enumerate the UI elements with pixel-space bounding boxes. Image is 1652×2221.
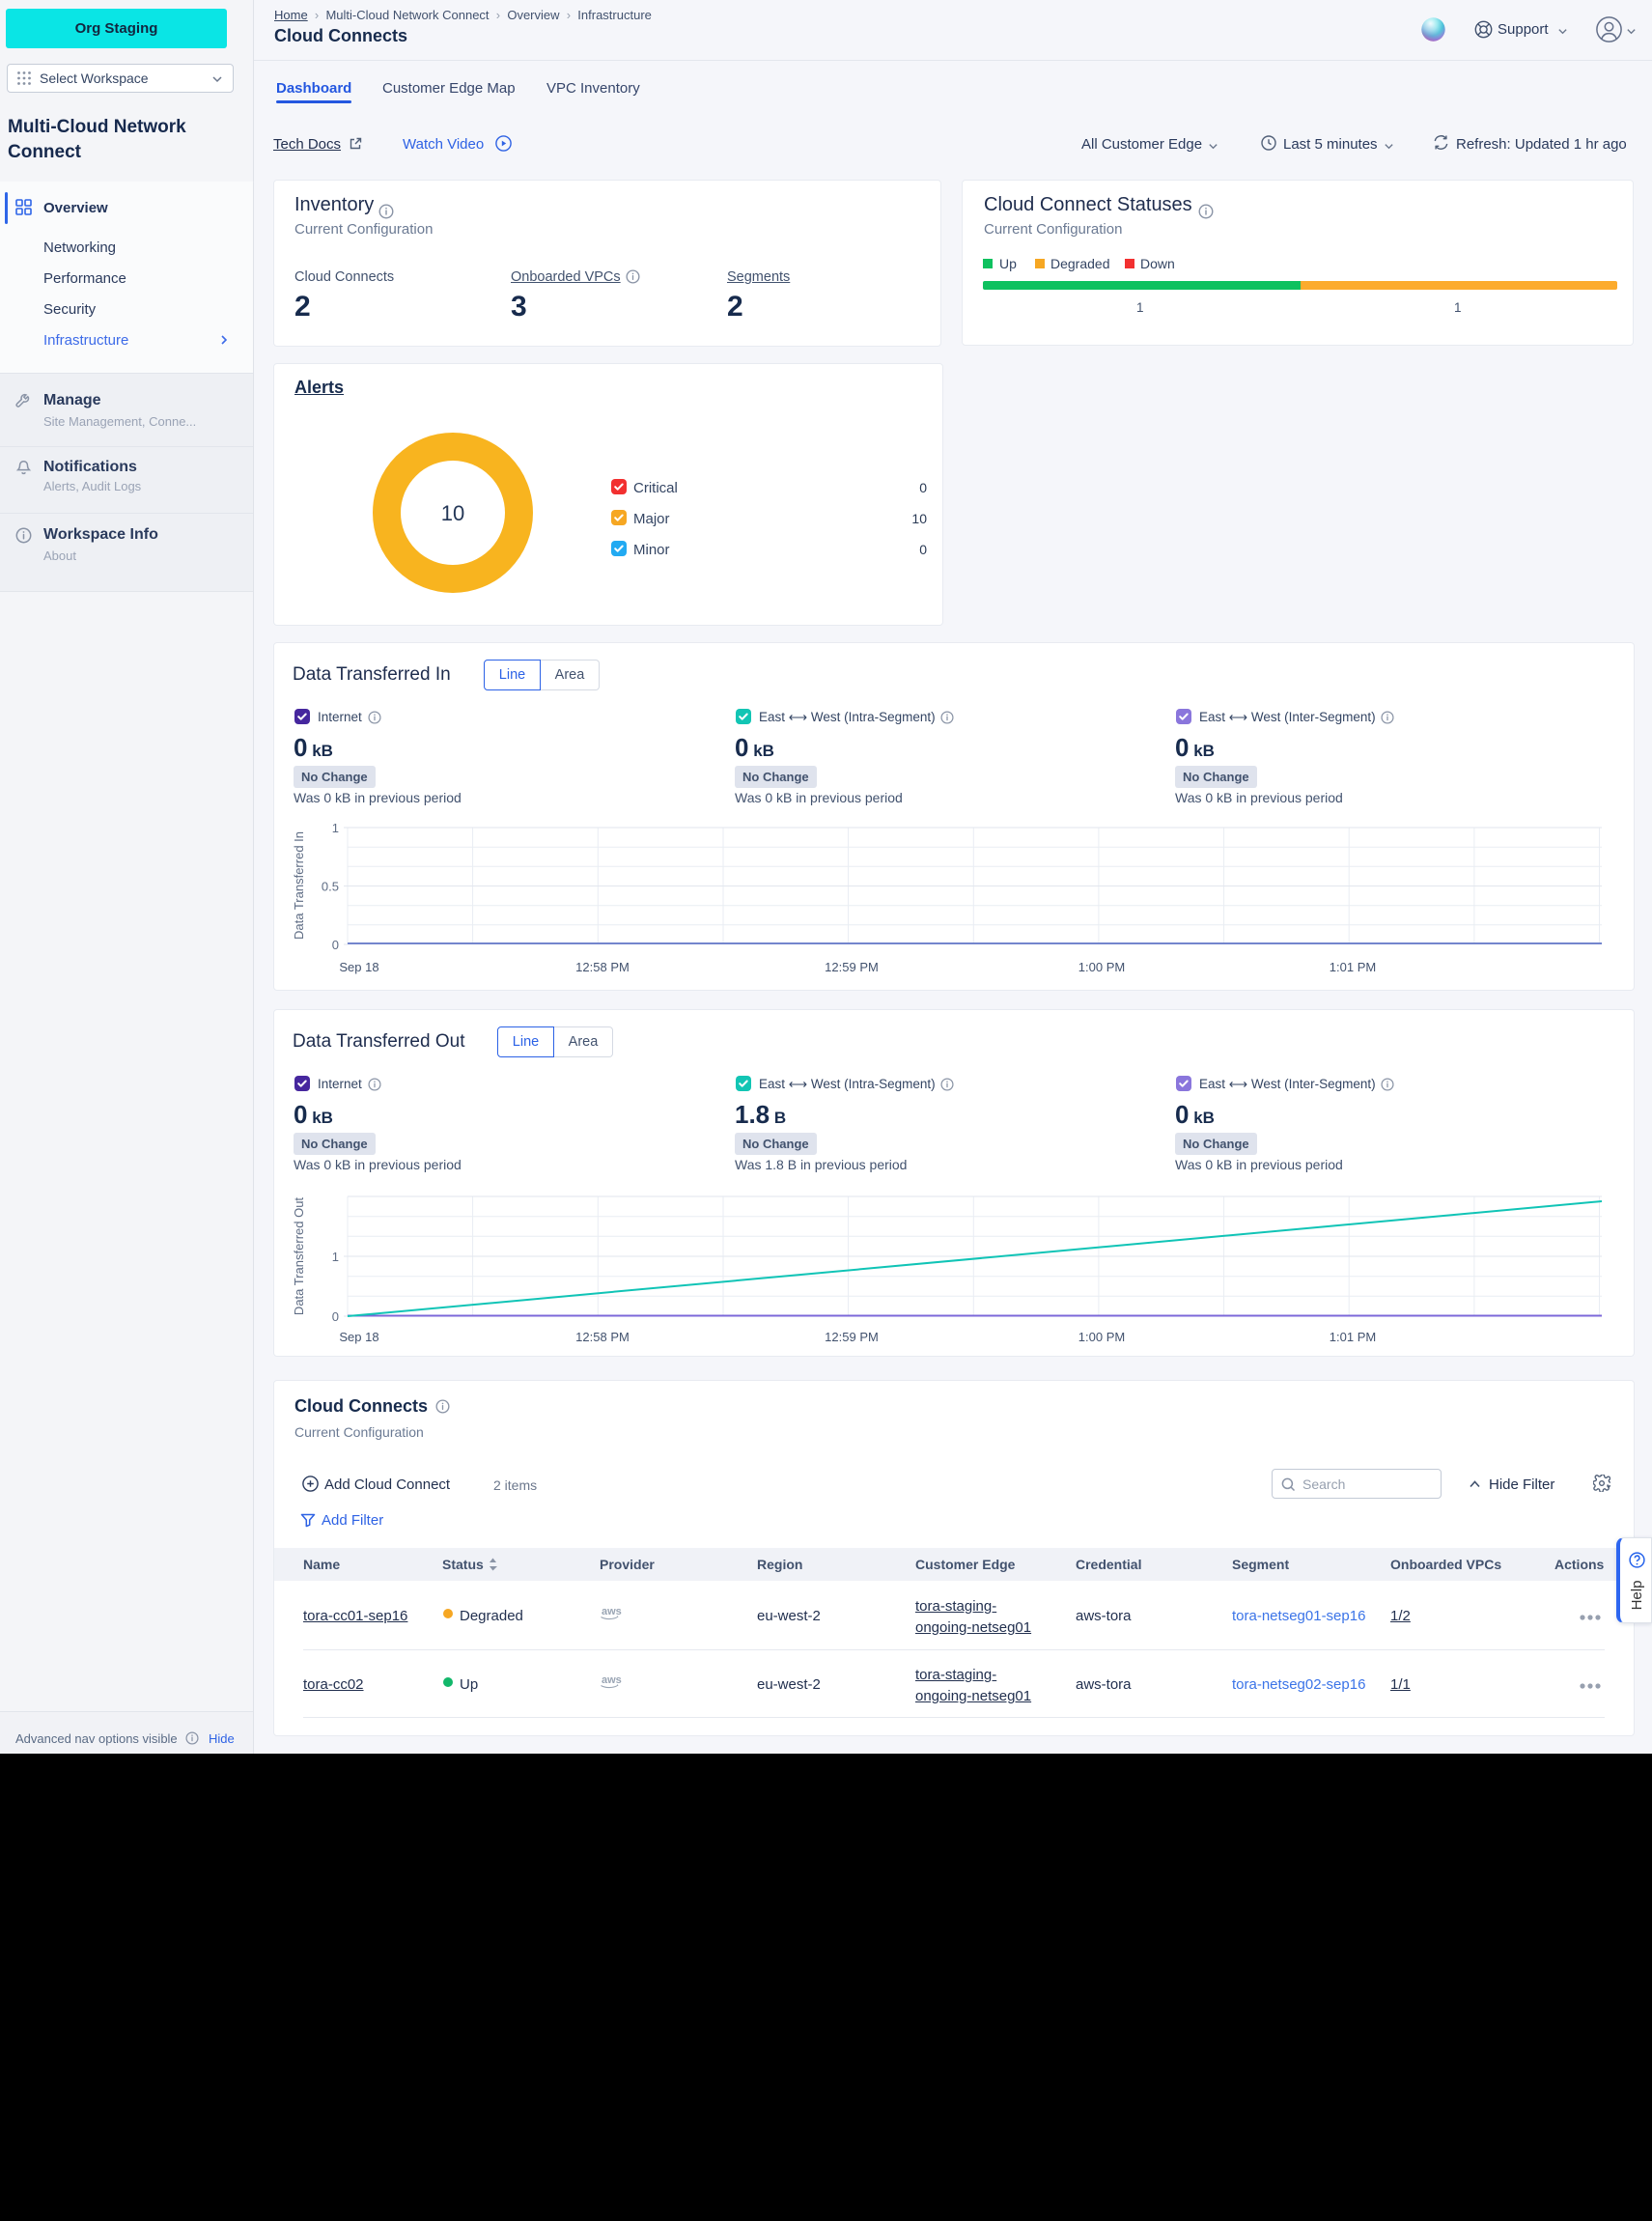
svg-text:1:01 PM: 1:01 PM [1330,1330,1376,1344]
svg-text:aws: aws [602,1606,622,1617]
svg-text:Data Transferred In: Data Transferred In [292,831,306,940]
svg-text:1: 1 [332,1250,339,1264]
svg-text:1: 1 [332,821,339,835]
svg-text:1:00 PM: 1:00 PM [1078,960,1125,974]
svg-text:0: 0 [332,1309,339,1324]
svg-text:Sep 18: Sep 18 [339,1330,378,1344]
svg-text:aws: aws [602,1674,622,1686]
svg-text:12:58 PM: 12:58 PM [575,960,630,974]
svg-text:0.5: 0.5 [322,880,339,894]
svg-text:Sep 18: Sep 18 [339,960,378,974]
svg-text:12:59 PM: 12:59 PM [825,1330,879,1344]
svg-text:1:00 PM: 1:00 PM [1078,1330,1125,1344]
svg-text:1:01 PM: 1:01 PM [1330,960,1376,974]
svg-text:12:59 PM: 12:59 PM [825,960,879,974]
svg-text:0: 0 [332,938,339,952]
svg-text:Data Transferred Out: Data Transferred Out [292,1197,306,1315]
svg-text:12:58 PM: 12:58 PM [575,1330,630,1344]
